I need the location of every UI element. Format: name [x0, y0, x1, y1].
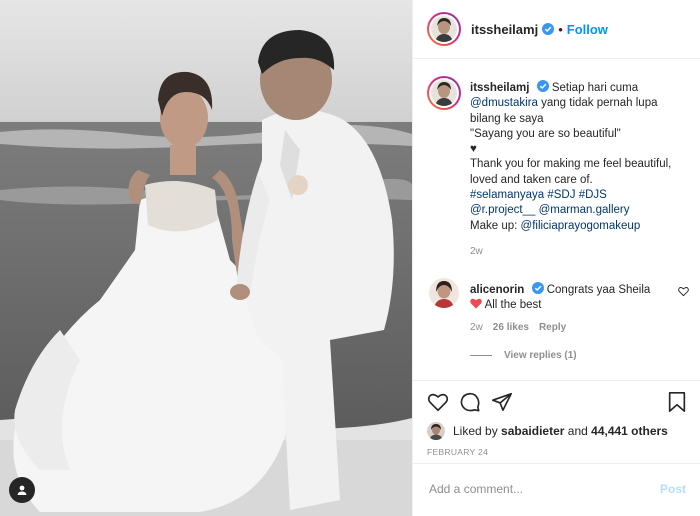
post-photo[interactable] [0, 0, 412, 516]
instagram-post: itssheilamj • Follow itssheilamj Setiap … [0, 0, 700, 516]
hashtag-selamanyaya[interactable]: #selamanyaya [470, 189, 544, 201]
verified-badge-icon [531, 282, 544, 294]
mention-filiciaprayogomakeup[interactable]: @filiciaprayogomakeup [521, 220, 641, 232]
add-comment-bar: Post [413, 463, 700, 516]
author-avatar[interactable] [427, 12, 461, 46]
author-avatar-image [431, 16, 457, 42]
verified-badge-icon [536, 80, 549, 92]
comment-line2: All the best [484, 299, 542, 312]
commenter-username[interactable]: alicenorin [470, 284, 524, 296]
tagged-users-button[interactable] [9, 477, 35, 503]
likes-summary: Liked by sabaidieter and 44,441 others [427, 422, 668, 440]
hashtag-sdj[interactable]: #SDJ [547, 189, 575, 201]
mention-r-project[interactable]: @r.project__ [470, 204, 535, 216]
comment-body: Congrats yaa Sheila [546, 284, 651, 296]
post-comment-button[interactable]: Post [660, 482, 686, 496]
mention-marman-gallery[interactable]: @marman.gallery [539, 204, 630, 216]
hashtag-djs[interactable]: #DJS [579, 189, 607, 201]
reply-button[interactable]: Reply [539, 322, 566, 333]
comment-likes[interactable]: 26 likes [493, 322, 529, 333]
add-comment-input[interactable] [427, 481, 641, 497]
caption-line5: Thank you for making me feel beautiful, … [470, 158, 672, 186]
view-replies-button[interactable]: View replies (1) [470, 350, 577, 361]
user-tag-icon [17, 485, 27, 495]
follow-button[interactable]: Follow [567, 22, 608, 37]
likes-conj: and [567, 424, 588, 438]
comment-icon[interactable] [459, 391, 481, 413]
comments-section: itssheilamj Setiap hari cuma @dmustakira… [413, 60, 700, 380]
post-date[interactable]: FEBRUARY 24 [427, 447, 488, 457]
post-actions: Liked by sabaidieter and 44,441 others F… [413, 380, 700, 457]
replies-divider [470, 355, 492, 356]
verified-badge-icon [542, 23, 555, 35]
comment-time[interactable]: 2w [470, 322, 483, 333]
action-icons [427, 391, 687, 415]
caption-author-avatar[interactable] [427, 76, 461, 110]
comment-meta: 2w 26 likes Reply [470, 322, 566, 333]
caption-username[interactable]: itssheilamj [470, 82, 529, 94]
red-heart-emoji-icon [470, 299, 482, 309]
view-replies-label: View replies (1) [504, 350, 577, 361]
caption-heart: ♥ [470, 143, 477, 156]
post-header: itssheilamj • Follow [413, 0, 700, 59]
likes-prefix: Liked by [453, 424, 498, 438]
bookmark-icon[interactable] [667, 391, 687, 413]
caption-time[interactable]: 2w [470, 244, 685, 259]
liker-username[interactable]: sabaidieter [501, 424, 564, 438]
post-sidebar: itssheilamj • Follow itssheilamj Setiap … [412, 0, 700, 516]
mention-dmustakira[interactable]: @dmustakira [470, 97, 538, 109]
like-comment-heart-icon[interactable] [678, 286, 689, 297]
likes-count[interactable]: 44,441 others [591, 424, 668, 438]
share-icon[interactable] [491, 391, 513, 413]
caption-avatar-image [431, 80, 457, 106]
liker-avatar[interactable] [427, 422, 445, 440]
commenter-avatar[interactable] [429, 278, 459, 308]
heart-icon[interactable] [427, 391, 449, 413]
makeup-label: Make up: [470, 219, 518, 232]
caption-text: itssheilamj Setiap hari cuma @dmustakira… [470, 80, 685, 259]
comment-text: alicenorin Congrats yaa Sheila All the b… [470, 282, 670, 314]
caption-line3: "Sayang you are so beautiful" [470, 127, 621, 140]
wedding-photo-image [0, 0, 412, 516]
header-separator: • [558, 21, 563, 37]
caption-line1: Setiap hari cuma [551, 82, 639, 94]
author-username[interactable]: itssheilamj [471, 22, 538, 37]
